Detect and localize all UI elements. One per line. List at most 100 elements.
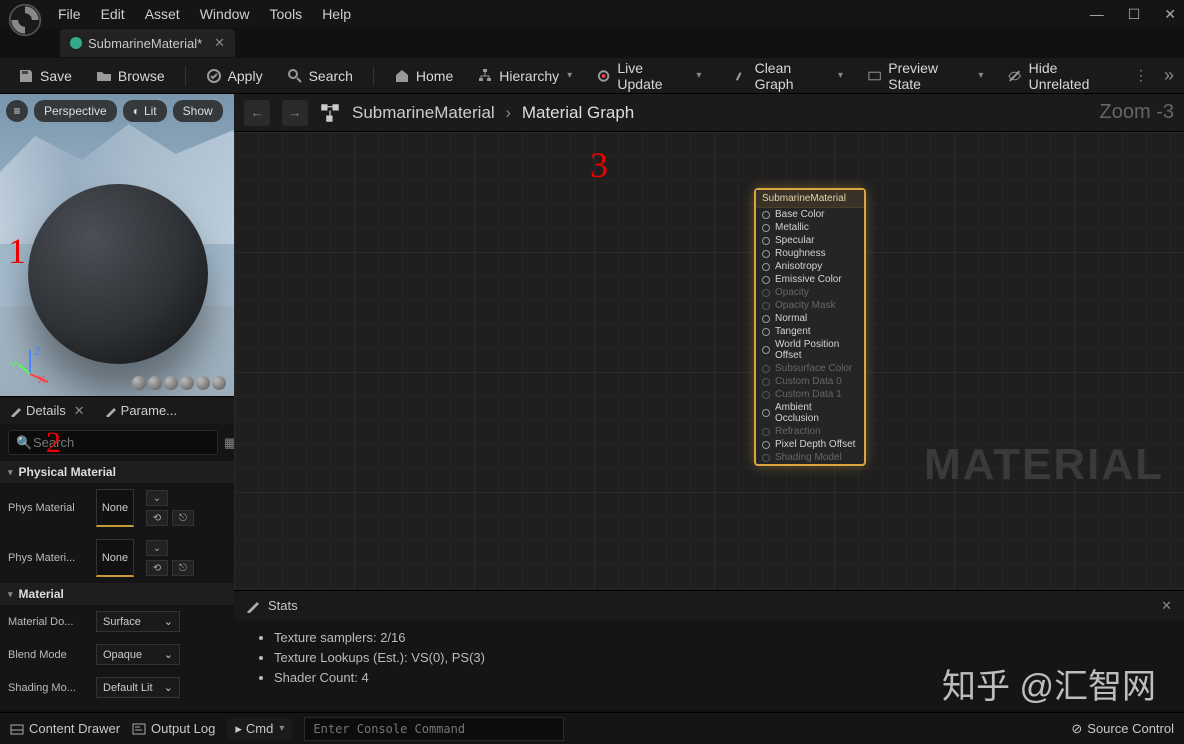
- perspective-toggle[interactable]: Perspective: [34, 100, 117, 122]
- property-row: Blend Mode Opaque⌄: [0, 638, 234, 671]
- details-tab[interactable]: Details ✕: [0, 403, 95, 419]
- material-graph-canvas[interactable]: 3 MATERIAL SubmarineMaterial Base Color …: [234, 132, 1184, 590]
- home-button[interactable]: Home: [386, 64, 461, 88]
- save-button[interactable]: Save: [10, 64, 80, 88]
- content-drawer-button[interactable]: Content Drawer: [10, 721, 120, 736]
- show-toggle[interactable]: Show: [173, 100, 223, 122]
- toolbar-overflow-icon[interactable]: ⋮: [1134, 67, 1148, 84]
- pin-socket-icon: [762, 224, 770, 232]
- use-selected-button[interactable]: ⟲: [146, 510, 168, 526]
- tab-title: SubmarineMaterial*: [88, 36, 202, 51]
- stats-line: Texture samplers: 2/16: [274, 628, 1164, 648]
- preview-state-button[interactable]: Preview State▾: [859, 56, 991, 96]
- material-input-pin[interactable]: Normal: [756, 312, 864, 325]
- browse-to-button[interactable]: ⎋: [172, 560, 194, 576]
- annotation-3: 3: [590, 144, 608, 186]
- details-tab-close[interactable]: ✕: [74, 403, 85, 419]
- pin-socket-icon: [762, 302, 770, 310]
- pin-socket-icon: [762, 315, 770, 323]
- live-update-button[interactable]: Live Update▾: [588, 56, 709, 96]
- breadcrumb-current: Material Graph: [522, 103, 634, 122]
- material-input-pin: Subsurface Color: [756, 362, 864, 375]
- minimize-button[interactable]: —: [1090, 6, 1104, 23]
- tab-close-icon[interactable]: ✕: [214, 35, 225, 51]
- details-search-input[interactable]: [8, 430, 218, 455]
- material-input-pin[interactable]: Specular: [756, 234, 864, 247]
- output-log-button[interactable]: Output Log: [132, 721, 215, 736]
- asset-thumbnail[interactable]: None: [96, 539, 134, 577]
- source-control-button[interactable]: ⊘Source Control: [1071, 721, 1174, 737]
- pin-socket-icon: [762, 237, 770, 245]
- use-selected-button[interactable]: ⟲: [146, 560, 168, 576]
- search-icon: 🔍: [16, 435, 32, 451]
- pin-socket-icon: [762, 250, 770, 258]
- cmd-selector[interactable]: ▸Cmd▾: [227, 718, 292, 740]
- search-button[interactable]: Search: [279, 64, 361, 88]
- property-dropdown[interactable]: Opaque⌄: [96, 644, 180, 665]
- property-label: Material Do...: [8, 616, 88, 628]
- material-input-pin[interactable]: Ambient Occlusion: [756, 401, 864, 425]
- clean-graph-button[interactable]: Clean Graph▾: [725, 56, 851, 96]
- browse-to-button[interactable]: ⎋: [172, 510, 194, 526]
- material-input-pin: Opacity: [756, 286, 864, 299]
- material-input-pin: Refraction: [756, 425, 864, 438]
- material-result-node[interactable]: SubmarineMaterial Base Color Metallic Sp…: [754, 188, 866, 466]
- menu-edit[interactable]: Edit: [101, 6, 125, 22]
- preview-mesh-selector[interactable]: [132, 376, 226, 390]
- nav-back-button[interactable]: ←: [244, 100, 270, 126]
- asset-dropdown-button[interactable]: ⌄: [146, 540, 168, 556]
- breadcrumb: SubmarineMaterial › Material Graph: [352, 103, 634, 123]
- property-dropdown[interactable]: Surface⌄: [96, 611, 180, 632]
- property-dropdown[interactable]: Default Lit⌄: [96, 677, 180, 698]
- toolbar-expand-icon[interactable]: »: [1164, 65, 1174, 86]
- hierarchy-button[interactable]: Hierarchy▾: [469, 64, 580, 88]
- category-material[interactable]: Material: [0, 583, 234, 605]
- pin-socket-icon: [762, 378, 770, 386]
- material-input-pin[interactable]: Base Color: [756, 208, 864, 221]
- material-input-pin[interactable]: Emissive Color: [756, 273, 864, 286]
- asset-dropdown-button[interactable]: ⌄: [146, 490, 168, 506]
- property-row: Phys Materi... None ⌄ ⟲ ⎋: [0, 533, 234, 583]
- hide-unrelated-button[interactable]: Hide Unrelated: [999, 56, 1126, 96]
- pin-socket-icon: [762, 454, 770, 462]
- menu-help[interactable]: Help: [322, 6, 351, 22]
- material-preview-viewport[interactable]: ≡ Perspective ◐Lit Show 1 ZYX: [0, 94, 234, 396]
- parameters-tab[interactable]: Parame...: [95, 403, 187, 418]
- close-button[interactable]: ✕: [1164, 6, 1176, 23]
- preview-sphere: [28, 184, 208, 364]
- browse-button[interactable]: Browse: [88, 64, 173, 88]
- category-physical-material[interactable]: Physical Material: [0, 461, 234, 483]
- material-dot-icon: [70, 37, 82, 49]
- stats-line: Shader Count: 4: [274, 668, 1164, 688]
- stats-body: Texture samplers: 2/16Texture Lookups (E…: [234, 620, 1184, 710]
- stats-close-icon[interactable]: ✕: [1161, 598, 1172, 614]
- menu-asset[interactable]: Asset: [145, 6, 180, 22]
- material-input-pin[interactable]: Pixel Depth Offset: [756, 438, 864, 451]
- breadcrumb-root[interactable]: SubmarineMaterial: [352, 103, 495, 122]
- material-input-pin: Custom Data 1: [756, 388, 864, 401]
- material-input-pin[interactable]: Metallic: [756, 221, 864, 234]
- property-label: Phys Materi...: [8, 552, 88, 564]
- annotation-1: 1: [8, 230, 26, 272]
- menu-tools[interactable]: Tools: [270, 6, 303, 22]
- apply-button[interactable]: Apply: [198, 64, 271, 88]
- material-input-pin[interactable]: Roughness: [756, 247, 864, 260]
- property-label: Shading Mo...: [8, 682, 88, 694]
- material-input-pin[interactable]: World Position Offset: [756, 338, 864, 362]
- console-command-input[interactable]: [304, 717, 564, 741]
- viewport-menu-icon[interactable]: ≡: [6, 100, 28, 122]
- maximize-button[interactable]: ☐: [1128, 6, 1141, 23]
- material-input-pin[interactable]: Anisotropy: [756, 260, 864, 273]
- main-menu: File Edit Asset Window Tools Help: [58, 6, 351, 22]
- asset-thumbnail[interactable]: None: [96, 489, 134, 527]
- document-tab[interactable]: SubmarineMaterial* ✕: [60, 29, 235, 57]
- menu-window[interactable]: Window: [200, 6, 250, 22]
- pin-socket-icon: [762, 365, 770, 373]
- nav-forward-button[interactable]: →: [282, 100, 308, 126]
- material-input-pin[interactable]: Tangent: [756, 325, 864, 338]
- property-label: Phys Material: [8, 502, 88, 514]
- lit-toggle[interactable]: ◐Lit: [123, 100, 167, 122]
- property-row: Shading Mo... Default Lit⌄: [0, 671, 234, 704]
- stats-tab-label[interactable]: Stats: [268, 598, 298, 613]
- menu-file[interactable]: File: [58, 6, 81, 22]
